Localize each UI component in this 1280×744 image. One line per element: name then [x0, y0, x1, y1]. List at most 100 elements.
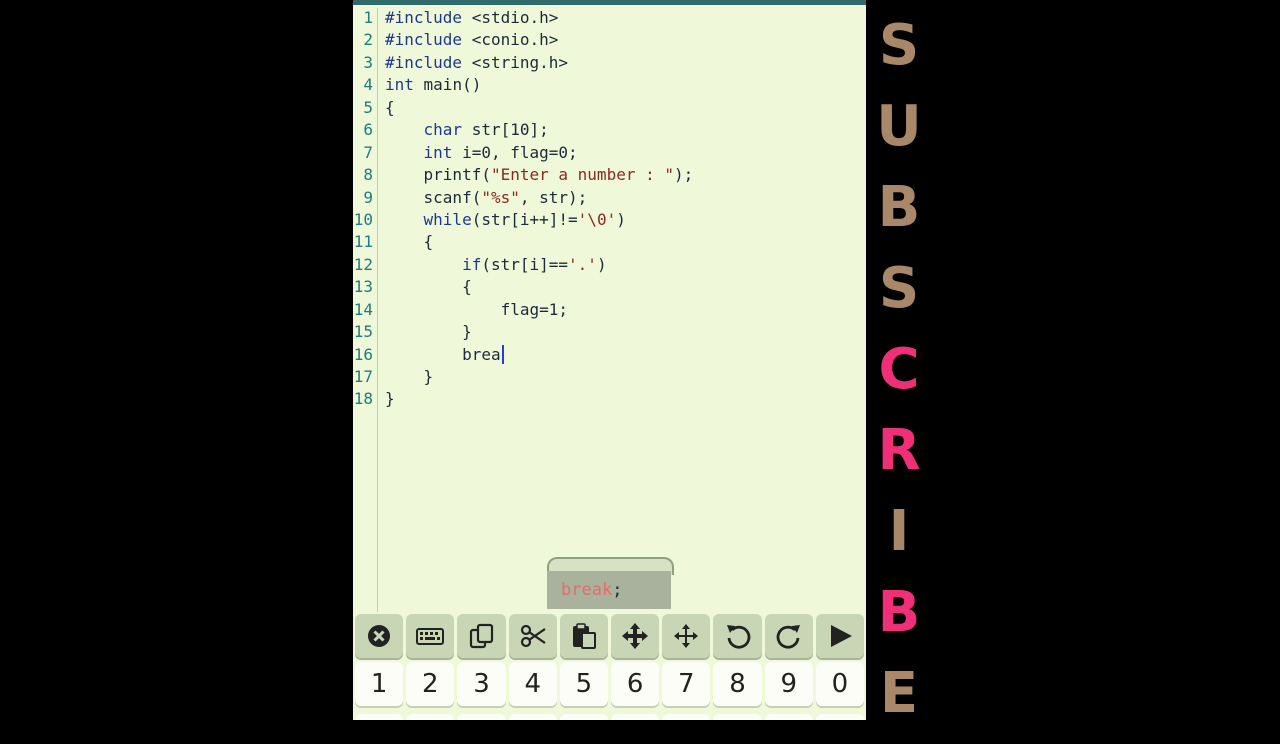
line-number: 6	[363, 120, 373, 140]
subscribe-letter: I	[888, 499, 910, 564]
code-line[interactable]: 13 {	[353, 276, 866, 298]
keyboard-icon	[416, 628, 445, 645]
key-2[interactable]: 2	[406, 662, 455, 706]
line-number: 12	[353, 254, 373, 274]
subscribe-letter: B	[877, 175, 921, 240]
line-number: 8	[363, 165, 373, 185]
code-line[interactable]: 8 printf("Enter a number : ");	[353, 164, 866, 186]
line-number: 18	[353, 389, 373, 409]
code-line[interactable]: 2 #include <conio.h>	[353, 29, 866, 51]
code-editor-app: 1 #include <stdio.h> 2 #include <conio.h> 3 #…	[353, 0, 866, 720]
move-select-button[interactable]	[611, 614, 660, 658]
line-number: 1	[363, 8, 373, 27]
code-text: {	[385, 232, 434, 252]
key-8[interactable]: 8	[713, 662, 762, 706]
autocomplete-suggestion[interactable]: break;	[547, 571, 671, 609]
paste-icon	[572, 623, 596, 649]
code-text: }	[385, 322, 472, 342]
code-line[interactable]: 9 scanf("%s", str);	[353, 187, 866, 209]
subscribe-letter: S	[878, 256, 920, 321]
code-text: char str[10];	[423, 120, 549, 140]
code-line[interactable]: 15 }	[353, 321, 866, 343]
code-line[interactable]: 11 {	[353, 231, 866, 253]
code-text: printf("Enter a number : ");	[385, 165, 694, 185]
subscribe-letter: S	[878, 13, 920, 78]
close-icon	[368, 625, 391, 647]
code-text: }	[385, 367, 434, 386]
move-select-icon	[622, 623, 649, 649]
key-3[interactable]: 3	[457, 662, 506, 706]
code-line[interactable]: 5{	[353, 97, 866, 119]
run-icon	[830, 625, 852, 647]
code-line[interactable]: 14 flag=1;	[353, 299, 866, 321]
key-0[interactable]: 0	[815, 662, 865, 706]
subscribe-letter: E	[879, 661, 919, 726]
line-number: 2	[363, 30, 373, 50]
code-text: }	[385, 389, 395, 409]
copy-button[interactable]	[457, 614, 506, 658]
code-line[interactable]: 17 }	[353, 366, 866, 388]
line-number: 3	[363, 52, 373, 72]
subscribe-overlay: SUBSCRIBE	[874, 15, 924, 744]
code-text: #include <stdio.h>	[385, 8, 559, 27]
cut-button[interactable]	[508, 614, 557, 658]
code-line[interactable]: 18}	[353, 388, 866, 410]
number-key-row: 1234567890	[353, 662, 866, 710]
code-text: int i=0, flag=0;	[423, 142, 578, 162]
code-text: {	[385, 277, 472, 297]
subscribe-letter: C	[878, 337, 920, 402]
code-line[interactable]: 16 brea	[353, 344, 866, 366]
subscribe-letter: B	[877, 580, 921, 645]
line-number: 14	[353, 299, 373, 319]
move-cursor-button[interactable]	[662, 614, 711, 658]
code-editor[interactable]: 1 #include <stdio.h> 2 #include <conio.h> 3 #…	[353, 7, 866, 411]
line-number: 4	[363, 75, 373, 95]
code-text: #include <conio.h>	[385, 30, 559, 50]
code-text: brea	[385, 344, 504, 366]
line-number: 15	[353, 322, 373, 342]
cut-icon	[520, 624, 546, 648]
code-text: scanf("%s", str);	[385, 187, 588, 207]
code-line[interactable]: 6 char str[10];	[353, 119, 866, 141]
code-text: #include <string.h>	[385, 52, 569, 72]
run-button[interactable]	[815, 614, 865, 658]
move-cursor-icon	[674, 624, 699, 648]
line-number: 11	[353, 232, 373, 252]
code-line[interactable]: 3 #include <string.h>	[353, 52, 866, 74]
key-9[interactable]: 9	[764, 662, 813, 706]
code-text: if(str[i]=='.')	[462, 254, 607, 274]
code-text: while(str[i++]!='\0')	[423, 209, 626, 229]
keyboard-next-row	[353, 714, 866, 720]
close-button[interactable]	[355, 614, 404, 658]
undo-button[interactable]	[713, 614, 762, 658]
code-line[interactable]: 10 while(str[i++]!='\0')	[353, 209, 866, 231]
line-number: 7	[363, 142, 373, 162]
editor-toolbar	[353, 612, 866, 660]
line-number: 5	[363, 97, 373, 117]
key-7[interactable]: 7	[662, 662, 711, 706]
suggestion-rest-text: ;	[612, 580, 623, 600]
suggestion-match-text: break	[561, 580, 613, 600]
key-1[interactable]: 1	[355, 662, 404, 706]
subscribe-letter: U	[876, 94, 922, 159]
line-number: 10	[353, 209, 373, 229]
keyboard-button[interactable]	[406, 614, 455, 658]
code-line[interactable]: 4 int main()	[353, 74, 866, 96]
key-6[interactable]: 6	[611, 662, 660, 706]
copy-icon	[469, 623, 493, 649]
redo-button[interactable]	[764, 614, 813, 658]
key-4[interactable]: 4	[508, 662, 557, 706]
line-number: 17	[353, 367, 373, 386]
code-text: flag=1;	[385, 299, 569, 319]
code-line[interactable]: 7 int i=0, flag=0;	[353, 142, 866, 164]
subscribe-letter: R	[877, 418, 921, 483]
paste-button[interactable]	[559, 614, 609, 658]
key-5[interactable]: 5	[559, 662, 609, 706]
code-text: {	[385, 97, 395, 117]
line-number: 9	[363, 187, 373, 207]
line-number: 16	[353, 344, 373, 364]
code-line[interactable]: 1 #include <stdio.h>	[353, 7, 866, 29]
undo-icon	[726, 625, 750, 649]
code-line[interactable]: 12 if(str[i]=='.')	[353, 254, 866, 276]
line-number: 13	[353, 277, 373, 297]
